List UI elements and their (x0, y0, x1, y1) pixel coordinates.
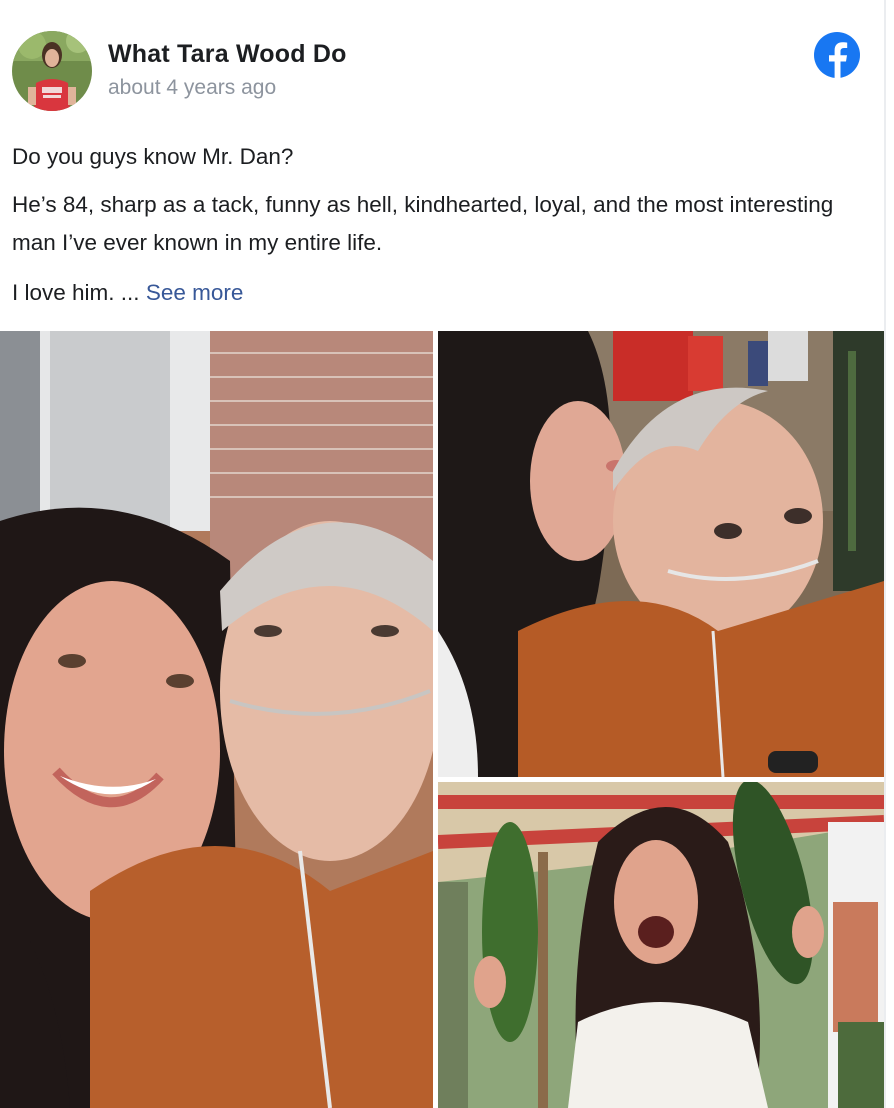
kiss-photo (438, 331, 884, 777)
avatar-photo (12, 31, 92, 111)
selfie-photo (0, 331, 433, 1108)
post-timestamp[interactable]: about 4 years ago (108, 76, 276, 100)
facebook-icon[interactable] (814, 32, 860, 78)
author-name[interactable]: What Tara Wood Do (108, 40, 347, 69)
post-paragraph: He’s 84, sharp as a tack, funny as hell,… (12, 192, 834, 255)
post-paragraph-last: I love him. ... See more (12, 274, 243, 312)
post-photo-2[interactable] (438, 331, 884, 777)
post-photo-1[interactable] (0, 331, 433, 1108)
zucchini-photo (438, 782, 884, 1108)
post-paragraph: Do you guys know Mr. Dan? (12, 144, 294, 169)
author-avatar[interactable] (12, 31, 92, 111)
post-photo-3[interactable] (438, 782, 884, 1108)
facebook-post: What Tara Wood Do about 4 years ago Do y… (0, 0, 894, 1108)
right-edge-divider (884, 0, 886, 1108)
post-paragraph-text: I love him. ... (12, 280, 140, 305)
see-more-link[interactable]: See more (146, 280, 244, 305)
